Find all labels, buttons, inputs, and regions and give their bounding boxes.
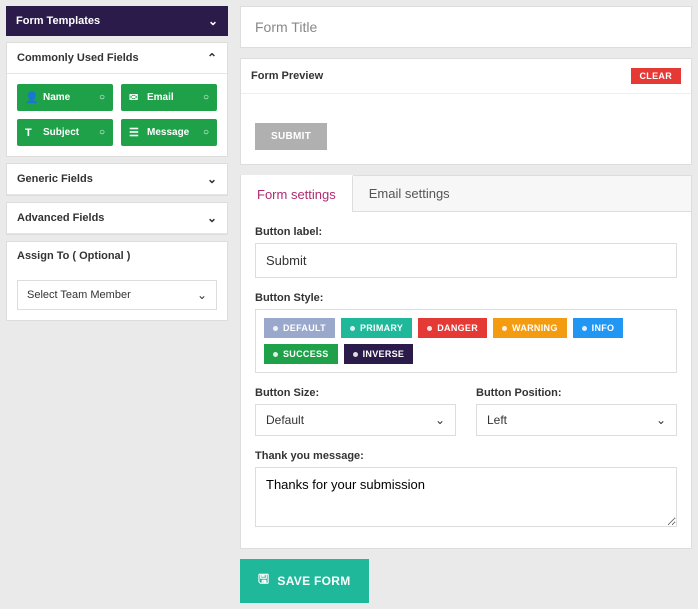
common-fields-header[interactable]: Commonly Used Fields ⌃ — [7, 43, 227, 74]
chevron-down-icon: ⌄ — [208, 14, 218, 28]
chevron-up-icon: ⌃ — [207, 51, 217, 65]
user-icon: 👤 — [25, 91, 37, 104]
button-position-lbl: Button Position: — [476, 387, 677, 399]
text-icon: T — [25, 127, 37, 139]
dot-icon — [273, 326, 278, 331]
button-size-value: Default — [266, 413, 304, 427]
assign-to-label: Assign To ( Optional ) — [17, 250, 130, 262]
button-style-options: DEFAULT PRIMARY DANGER WARNING INFO SUCC… — [255, 309, 677, 373]
dot-icon — [273, 352, 278, 357]
form-title-placeholder: Form Title — [255, 19, 317, 35]
preview-label: Form Preview — [251, 70, 323, 82]
style-info[interactable]: INFO — [573, 318, 624, 338]
advanced-fields-panel: Advanced Fields ⌄ — [6, 202, 228, 235]
field-chip-email[interactable]: ✉ Email ○ — [121, 84, 217, 111]
generic-fields-panel: Generic Fields ⌄ — [6, 163, 228, 196]
button-label-lbl: Button label: — [255, 226, 677, 238]
thank-you-lbl: Thank you message: — [255, 450, 677, 462]
add-icon: ○ — [99, 92, 105, 103]
style-default[interactable]: DEFAULT — [264, 318, 335, 338]
style-success[interactable]: SUCCESS — [264, 344, 338, 364]
field-chip-subject[interactable]: T Subject ○ — [17, 119, 113, 146]
style-inverse[interactable]: INVERSE — [344, 344, 414, 364]
field-chip-label: Subject — [43, 127, 79, 138]
field-chip-label: Name — [43, 92, 70, 103]
form-templates-header[interactable]: Form Templates ⌄ — [6, 6, 228, 36]
preview-box: Form Preview CLEAR SUBMIT — [240, 58, 692, 165]
dot-icon — [350, 326, 355, 331]
tab-email-settings[interactable]: Email settings — [353, 176, 466, 212]
mail-icon: ✉ — [129, 91, 141, 104]
button-label-input[interactable] — [255, 243, 677, 278]
field-grid: 👤 Name ○ ✉ Email ○ T Subject ○ — [17, 84, 217, 146]
generic-fields-label: Generic Fields — [17, 173, 93, 185]
add-icon: ○ — [203, 127, 209, 138]
add-icon: ○ — [99, 127, 105, 138]
field-chip-label: Message — [147, 127, 189, 138]
field-chip-name[interactable]: 👤 Name ○ — [17, 84, 113, 111]
style-danger[interactable]: DANGER — [418, 318, 487, 338]
dot-icon — [582, 326, 587, 331]
field-chip-label: Email — [147, 92, 174, 103]
form-templates-label: Form Templates — [16, 15, 100, 27]
assign-to-select[interactable]: Select Team Member ⌄ — [17, 280, 217, 310]
button-size-select[interactable]: Default ⌄ — [255, 404, 456, 436]
clear-button[interactable]: CLEAR — [631, 68, 682, 84]
form-title-input[interactable]: Form Title — [240, 6, 692, 48]
chevron-down-icon: ⌄ — [207, 211, 217, 225]
field-chip-message[interactable]: ☰ Message ○ — [121, 119, 217, 146]
save-form-button[interactable]: 🖫 SAVE FORM — [240, 559, 369, 603]
style-primary[interactable]: PRIMARY — [341, 318, 412, 338]
button-position-value: Left — [487, 413, 507, 427]
dot-icon — [502, 326, 507, 331]
common-fields-label: Commonly Used Fields — [17, 52, 139, 64]
save-form-label: SAVE FORM — [277, 574, 350, 588]
save-icon: 🖫 — [258, 570, 269, 592]
button-position-select[interactable]: Left ⌄ — [476, 404, 677, 436]
button-size-lbl: Button Size: — [255, 387, 456, 399]
chevron-down-icon: ⌄ — [656, 413, 666, 427]
advanced-fields-label: Advanced Fields — [17, 212, 104, 224]
advanced-fields-header[interactable]: Advanced Fields ⌄ — [7, 203, 227, 234]
generic-fields-header[interactable]: Generic Fields ⌄ — [7, 164, 227, 195]
style-warning[interactable]: WARNING — [493, 318, 567, 338]
chevron-down-icon: ⌄ — [207, 172, 217, 186]
common-fields-panel: Commonly Used Fields ⌃ 👤 Name ○ ✉ Email … — [6, 42, 228, 157]
assign-to-header: Assign To ( Optional ) — [7, 242, 227, 270]
dot-icon — [353, 352, 358, 357]
assign-to-value: Select Team Member — [27, 289, 131, 301]
add-icon: ○ — [203, 92, 209, 103]
settings-tabs: Form settings Email settings Button labe… — [240, 175, 692, 549]
thank-you-input[interactable] — [255, 467, 677, 527]
chevron-down-icon: ⌄ — [435, 413, 445, 427]
chevron-down-icon: ⌄ — [197, 288, 207, 302]
tab-form-settings[interactable]: Form settings — [241, 175, 353, 212]
preview-submit-button[interactable]: SUBMIT — [255, 123, 327, 150]
dot-icon — [427, 326, 432, 331]
button-style-lbl: Button Style: — [255, 292, 677, 304]
assign-to-panel: Assign To ( Optional ) Select Team Membe… — [6, 241, 228, 321]
lines-icon: ☰ — [129, 126, 141, 139]
